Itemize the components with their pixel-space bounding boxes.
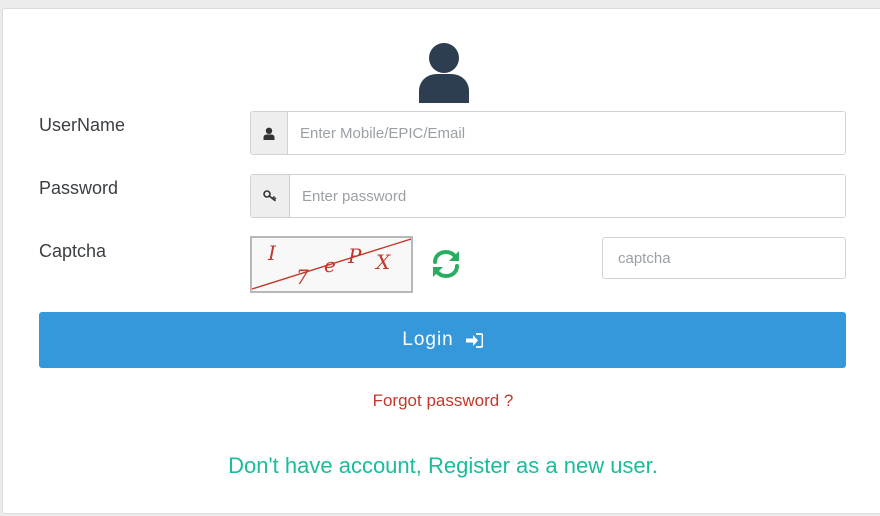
login-button-label: Login bbox=[402, 329, 454, 350]
key-icon bbox=[251, 175, 290, 217]
captcha-label: Captcha bbox=[39, 241, 107, 261]
user-avatar-icon bbox=[419, 43, 469, 103]
svg-text:P: P bbox=[347, 244, 362, 268]
sign-in-icon bbox=[465, 332, 483, 348]
password-input-group bbox=[250, 174, 846, 218]
svg-text:7: 7 bbox=[296, 265, 309, 289]
captcha-image: I 7 e P X bbox=[250, 236, 413, 293]
password-label: Password bbox=[39, 178, 119, 198]
login-card: UserName Password Captcha I 7 e P X bbox=[2, 8, 880, 514]
svg-text:I: I bbox=[267, 241, 277, 265]
captcha-input[interactable] bbox=[602, 237, 846, 279]
refresh-icon[interactable] bbox=[430, 248, 462, 280]
username-input-group bbox=[250, 111, 846, 155]
forgot-password-link[interactable]: Forgot password ? bbox=[3, 391, 880, 411]
register-link[interactable]: Don't have account, Register as a new us… bbox=[3, 453, 880, 479]
login-button[interactable]: Login bbox=[39, 312, 846, 368]
username-input[interactable] bbox=[288, 112, 845, 154]
password-input[interactable] bbox=[290, 175, 845, 217]
user-icon bbox=[251, 112, 288, 154]
username-label: UserName bbox=[39, 115, 126, 135]
svg-text:X: X bbox=[374, 250, 391, 274]
